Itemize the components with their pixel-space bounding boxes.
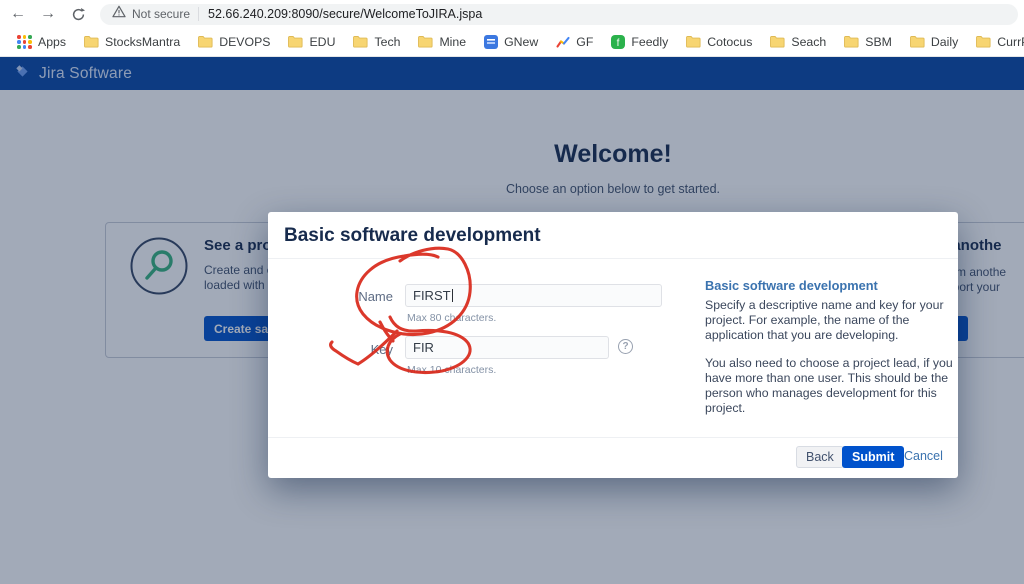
bookmark-daily[interactable]: Daily — [901, 31, 967, 53]
apps-label: Apps — [38, 35, 66, 49]
key-input[interactable]: FIR — [405, 336, 609, 359]
name-hint: Max 80 characters. — [407, 312, 496, 324]
svg-text:f: f — [617, 38, 620, 49]
text-caret — [452, 289, 453, 302]
omnibox-divider — [198, 7, 199, 21]
help-paragraph-1: Specify a descriptive name and key for y… — [705, 298, 969, 343]
help-paragraph-2: You also need to choose a project lead, … — [705, 356, 969, 416]
browser-toolbar: ← → Not secure 52.66.240.209:8090/secure… — [0, 0, 1024, 28]
gnews-favicon-icon — [484, 35, 498, 49]
bookmark-label: SBM — [865, 35, 892, 49]
folder-icon — [770, 36, 785, 48]
bookmark-label: Daily — [931, 35, 958, 49]
bookmark-label: StocksMantra — [105, 35, 180, 49]
bookmark-label: Cotocus — [707, 35, 752, 49]
bookmarks-bar: Apps StocksMantra DEVOPS EDU Tech Mine GNew GF… — [0, 28, 1024, 57]
bookmark-edu[interactable]: EDU — [279, 31, 344, 53]
bookmark-label: GF — [576, 35, 593, 49]
bookmark-stocksmantra[interactable]: StocksMantra — [75, 31, 189, 53]
name-input[interactable]: FIRST — [405, 284, 662, 307]
apps-shortcut[interactable]: Apps — [8, 31, 75, 53]
bookmark-label: CurrProj — [997, 35, 1024, 49]
bookmark-label: Mine — [439, 35, 466, 49]
key-help-icon[interactable]: ? — [618, 339, 633, 354]
key-input-value: FIR — [413, 340, 434, 355]
bookmark-cotocus[interactable]: Cotocus — [677, 31, 761, 53]
finance-favicon-icon — [556, 35, 570, 49]
bookmark-mine[interactable]: Mine — [409, 31, 475, 53]
bookmark-seach[interactable]: Seach — [761, 31, 835, 53]
bookmark-feedly[interactable]: f Feedly — [602, 31, 677, 53]
bookmark-label: Tech — [374, 35, 400, 49]
folder-icon — [288, 36, 303, 48]
bookmark-sbm[interactable]: SBM — [835, 31, 901, 53]
feedly-favicon-icon: f — [611, 35, 625, 49]
folder-icon — [198, 36, 213, 48]
bookmark-currproj[interactable]: CurrProj — [967, 31, 1024, 53]
bookmark-devops[interactable]: DEVOPS — [189, 31, 279, 53]
forward-icon[interactable]: → — [36, 2, 60, 26]
folder-icon — [353, 36, 368, 48]
name-input-value: FIRST — [413, 288, 451, 303]
back-button[interactable]: Back — [796, 446, 844, 468]
bookmark-label: EDU — [309, 35, 335, 49]
folder-icon — [844, 36, 859, 48]
back-icon[interactable]: ← — [6, 2, 30, 26]
help-panel: Basic software development Specify a des… — [705, 278, 969, 429]
key-label: Key — [323, 342, 393, 357]
url-text[interactable]: 52.66.240.209:8090/secure/WelcomeToJIRA.… — [208, 7, 482, 21]
bookmark-gf[interactable]: GF — [547, 31, 602, 53]
bookmark-gnew[interactable]: GNew — [475, 31, 547, 53]
create-project-dialog: Basic software development Name FIRST Ma… — [268, 212, 958, 478]
bookmark-label: DEVOPS — [219, 35, 270, 49]
apps-grid-icon — [17, 35, 32, 49]
bookmark-tech[interactable]: Tech — [344, 31, 409, 53]
dialog-footer-divider — [268, 437, 958, 438]
folder-icon — [84, 36, 99, 48]
address-bar[interactable]: Not secure 52.66.240.209:8090/secure/Wel… — [100, 4, 1018, 25]
not-secure-warning-icon — [112, 5, 126, 23]
key-hint: Max 10 characters. — [407, 364, 496, 376]
cancel-link[interactable]: Cancel — [904, 449, 943, 463]
refresh-icon[interactable] — [66, 2, 90, 26]
dialog-header-divider — [268, 258, 958, 259]
folder-icon — [418, 36, 433, 48]
dialog-title: Basic software development — [284, 225, 541, 247]
bookmark-label: GNew — [504, 35, 538, 49]
security-status: Not secure — [132, 7, 190, 21]
bookmark-label: Seach — [791, 35, 826, 49]
folder-icon — [686, 36, 701, 48]
name-label: Name — [323, 289, 393, 304]
folder-icon — [910, 36, 925, 48]
submit-button[interactable]: Submit — [842, 446, 904, 468]
bookmark-label: Feedly — [631, 35, 668, 49]
folder-icon — [976, 36, 991, 48]
help-title: Basic software development — [705, 278, 969, 293]
